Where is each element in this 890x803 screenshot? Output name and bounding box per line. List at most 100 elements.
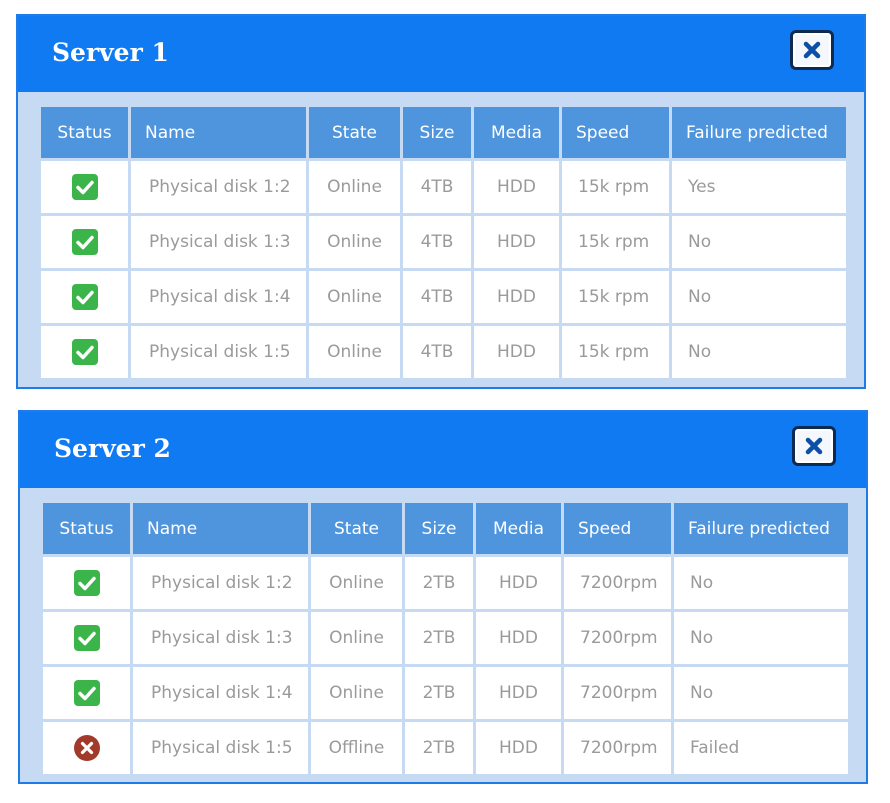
failure-predicted-cell: No: [671, 664, 848, 722]
column-header-size[interactable]: Size: [400, 104, 474, 161]
speed-cell: 15k rpm: [559, 158, 672, 216]
state-cell: Online: [308, 609, 405, 667]
column-header-name[interactable]: Name: [128, 104, 309, 161]
column-header-size[interactable]: Size: [402, 500, 476, 557]
media-cell: HDD: [473, 664, 564, 722]
failure-predicted-cell: No: [669, 323, 846, 381]
status-cell: [40, 719, 133, 777]
check-icon: [71, 174, 98, 200]
failure-predicted-cell: No: [669, 213, 846, 271]
failure-predicted-cell: No: [669, 268, 846, 326]
column-header-speed[interactable]: Speed: [559, 104, 672, 161]
close-icon: [805, 437, 823, 455]
close-icon: [803, 41, 821, 59]
size-cell: 4TB: [400, 268, 474, 326]
state-cell: Online: [308, 664, 405, 722]
status-cell: [38, 323, 131, 381]
media-cell: HDD: [471, 213, 562, 271]
speed-cell: 7200rpm: [561, 719, 674, 777]
media-cell: HDD: [473, 554, 564, 612]
failure-predicted-cell: No: [671, 554, 848, 612]
speed-cell: 7200rpm: [561, 664, 674, 722]
table-row[interactable]: Physical disk 1:3 Online 4TB HDD 15k rpm…: [38, 213, 846, 271]
column-header-media[interactable]: Media: [471, 104, 562, 161]
column-header-name[interactable]: Name: [130, 500, 311, 557]
state-cell: Online: [306, 213, 403, 271]
size-cell: 4TB: [400, 323, 474, 381]
speed-cell: 7200rpm: [561, 554, 674, 612]
column-header-failure-predicted[interactable]: Failure predicted: [669, 104, 846, 161]
name-cell: Physical disk 1:3: [128, 213, 309, 271]
column-header-state[interactable]: State: [308, 500, 405, 557]
size-cell: 4TB: [400, 213, 474, 271]
status-cell: [38, 158, 131, 216]
failure-predicted-cell: Failed: [671, 719, 848, 777]
speed-cell: 7200rpm: [561, 609, 674, 667]
media-cell: HDD: [471, 158, 562, 216]
name-cell: Physical disk 1:4: [128, 268, 309, 326]
name-cell: Physical disk 1:5: [130, 719, 311, 777]
column-header-media[interactable]: Media: [473, 500, 564, 557]
check-icon: [73, 680, 100, 706]
server-1-panel: Server 1 Status Name State Size Media Sp…: [16, 14, 866, 389]
table-header-row: Status Name State Size Media Speed Failu…: [40, 500, 848, 557]
disk-table: Status Name State Size Media Speed Failu…: [38, 104, 846, 381]
media-cell: HDD: [471, 268, 562, 326]
status-cell: [40, 554, 133, 612]
close-button[interactable]: [790, 30, 834, 70]
state-cell: Online: [308, 554, 405, 612]
table-row[interactable]: Physical disk 1:4 Online 2TB HDD 7200rpm…: [40, 664, 848, 722]
state-cell: Online: [306, 158, 403, 216]
check-icon: [73, 625, 100, 651]
speed-cell: 15k rpm: [559, 323, 672, 381]
disk-table-wrapper: Status Name State Size Media Speed Failu…: [38, 104, 846, 381]
size-cell: 2TB: [402, 719, 476, 777]
name-cell: Physical disk 1:2: [130, 554, 311, 612]
status-cell: [40, 609, 133, 667]
name-cell: Physical disk 1:5: [128, 323, 309, 381]
failure-predicted-cell: Yes: [669, 158, 846, 216]
size-cell: 2TB: [402, 554, 476, 612]
disk-table-wrapper: Status Name State Size Media Speed Failu…: [40, 500, 848, 777]
panel-title: Server 2: [54, 434, 171, 463]
panel-header: Server 1: [18, 16, 864, 92]
speed-cell: 15k rpm: [559, 268, 672, 326]
state-cell: Online: [306, 323, 403, 381]
media-cell: HDD: [473, 609, 564, 667]
status-cell: [38, 268, 131, 326]
column-header-status[interactable]: Status: [40, 500, 133, 557]
check-icon: [71, 339, 98, 365]
panel-title: Server 1: [52, 38, 169, 67]
state-cell: Online: [306, 268, 403, 326]
check-icon: [71, 229, 98, 255]
state-cell: Offline: [308, 719, 405, 777]
server-2-panel: Server 2 Status Name State Size Media Sp…: [18, 410, 868, 784]
failed-x-icon: [73, 735, 100, 761]
table-row[interactable]: Physical disk 1:5 Online 4TB HDD 15k rpm…: [38, 323, 846, 381]
name-cell: Physical disk 1:2: [128, 158, 309, 216]
table-row[interactable]: Physical disk 1:5 Offline 2TB HDD 7200rp…: [40, 719, 848, 777]
column-header-speed[interactable]: Speed: [561, 500, 674, 557]
check-icon: [73, 570, 100, 596]
table-row[interactable]: Physical disk 1:3 Online 2TB HDD 7200rpm…: [40, 609, 848, 667]
check-icon: [71, 284, 98, 310]
size-cell: 2TB: [402, 609, 476, 667]
table-row[interactable]: Physical disk 1:2 Online 2TB HDD 7200rpm…: [40, 554, 848, 612]
name-cell: Physical disk 1:3: [130, 609, 311, 667]
table-header-row: Status Name State Size Media Speed Failu…: [38, 104, 846, 161]
name-cell: Physical disk 1:4: [130, 664, 311, 722]
table-row[interactable]: Physical disk 1:2 Online 4TB HDD 15k rpm…: [38, 158, 846, 216]
status-cell: [38, 213, 131, 271]
failure-predicted-cell: No: [671, 609, 848, 667]
table-row[interactable]: Physical disk 1:4 Online 4TB HDD 15k rpm…: [38, 268, 846, 326]
size-cell: 4TB: [400, 158, 474, 216]
media-cell: HDD: [473, 719, 564, 777]
column-header-failure-predicted[interactable]: Failure predicted: [671, 500, 848, 557]
close-button[interactable]: [792, 426, 836, 466]
disk-table: Status Name State Size Media Speed Failu…: [40, 500, 848, 777]
column-header-status[interactable]: Status: [38, 104, 131, 161]
column-header-state[interactable]: State: [306, 104, 403, 161]
media-cell: HDD: [471, 323, 562, 381]
speed-cell: 15k rpm: [559, 213, 672, 271]
size-cell: 2TB: [402, 664, 476, 722]
